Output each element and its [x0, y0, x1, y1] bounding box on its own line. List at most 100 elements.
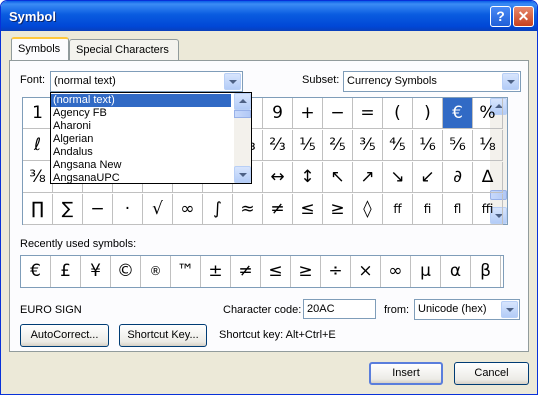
- symbol-cell[interactable]: ↖: [323, 162, 353, 193]
- symbol-cell[interactable]: ≠: [263, 194, 293, 225]
- symbol-cell[interactable]: +: [293, 98, 323, 129]
- symbol-cell[interactable]: ⅘: [383, 130, 413, 161]
- symbol-cell[interactable]: −: [323, 98, 353, 129]
- insert-button[interactable]: Insert: [369, 362, 443, 385]
- font-option[interactable]: AngsanaUPC: [51, 172, 231, 185]
- symbol-cell[interactable]: ≥: [323, 194, 353, 225]
- scroll-up-icon[interactable]: [234, 93, 251, 110]
- recent-symbol-cell[interactable]: ≥: [291, 256, 321, 287]
- symbol-cell[interactable]: ↕: [293, 162, 323, 193]
- recent-symbol-cell[interactable]: ×: [351, 256, 381, 287]
- symbol-cell[interactable]: ↘: [383, 162, 413, 193]
- font-value: (normal text): [54, 75, 116, 87]
- recent-symbol-cell[interactable]: α: [441, 256, 471, 287]
- autocorrect-button[interactable]: AutoCorrect...: [20, 324, 109, 347]
- symbol-cell[interactable]: ⅕: [293, 130, 323, 161]
- recent-symbol-cell[interactable]: ÷: [321, 256, 351, 287]
- scroll-thumb[interactable]: [234, 110, 251, 118]
- symbol-cell[interactable]: fl: [443, 194, 473, 225]
- help-button[interactable]: ?: [490, 6, 511, 27]
- chevron-down-icon[interactable]: [502, 73, 519, 90]
- subset-combobox[interactable]: Currency Symbols: [343, 71, 521, 92]
- from-label: from:: [384, 304, 410, 316]
- tab-special-label: Special Characters: [76, 44, 169, 56]
- symbol-cell[interactable]: ↗: [353, 162, 383, 193]
- font-option[interactable]: (normal text): [51, 94, 231, 107]
- symbol-cell[interactable]: ∆: [473, 162, 503, 193]
- font-dropdown-list: (normal text) Agency FB Aharoni Algerian And…: [50, 92, 252, 184]
- recent-symbol-cell[interactable]: £: [51, 256, 81, 287]
- tab-symbols[interactable]: Symbols: [11, 37, 69, 60]
- recent-symbol-cell[interactable]: ≠: [231, 256, 261, 287]
- symbol-cell[interactable]: ℓ: [23, 130, 53, 161]
- symbol-cell[interactable]: ⅜: [23, 162, 53, 193]
- font-option[interactable]: Andalus: [51, 146, 231, 159]
- recent-symbol-cell[interactable]: β: [471, 256, 501, 287]
- symbol-cell[interactable]: ↔: [263, 162, 293, 193]
- recent-symbol-cell[interactable]: ±: [201, 256, 231, 287]
- symbol-cell[interactable]: ≈: [233, 194, 263, 225]
- character-name: EURO SIGN: [20, 304, 82, 316]
- symbol-cell[interactable]: ∏: [23, 194, 53, 225]
- recent-symbols: € £ ¥ © ® ™ ± ≠ ≤ ≥ ÷ × ∞ µ α β: [20, 255, 504, 288]
- font-label: Font:: [20, 74, 46, 86]
- chevron-down-icon[interactable]: [224, 73, 241, 90]
- font-option[interactable]: Angsana New: [51, 159, 231, 172]
- symbol-cell[interactable]: ≤: [293, 194, 323, 225]
- symbol-cell[interactable]: ⅙: [413, 130, 443, 161]
- symbol-cell[interactable]: €: [443, 98, 473, 129]
- recent-symbol-cell[interactable]: ¥: [81, 256, 111, 287]
- from-value: Unicode (hex): [418, 303, 487, 315]
- cancel-button[interactable]: Cancel: [454, 362, 529, 385]
- symbol-cell[interactable]: 9: [263, 98, 293, 129]
- char-code-input[interactable]: 20AC: [303, 299, 376, 319]
- recent-symbol-cell[interactable]: ≤: [261, 256, 291, 287]
- window-title: Symbol: [9, 9, 56, 24]
- symbol-dialog: Symbol ? ✕ Symbols Special Characters Fo…: [0, 0, 538, 395]
- symbol-cell[interactable]: ∑: [53, 194, 83, 225]
- symbol-cell[interactable]: ⅗: [353, 130, 383, 161]
- symbol-cell[interactable]: (: [383, 98, 413, 129]
- symbol-cell[interactable]: ⅖: [323, 130, 353, 161]
- symbol-cell[interactable]: ⅔: [263, 130, 293, 161]
- font-option[interactable]: Algerian: [51, 133, 231, 146]
- recent-symbol-cell[interactable]: €: [21, 256, 51, 287]
- recent-symbol-cell[interactable]: µ: [411, 256, 441, 287]
- chevron-down-icon[interactable]: [501, 301, 518, 318]
- symbol-cell[interactable]: ffi: [473, 194, 503, 225]
- symbol-cell[interactable]: ∫: [203, 194, 233, 225]
- symbol-cell[interactable]: %: [473, 98, 503, 129]
- symbol-cell[interactable]: ↙: [413, 162, 443, 193]
- recent-symbol-cell[interactable]: ™: [171, 256, 201, 287]
- font-option[interactable]: Aharoni: [51, 120, 231, 133]
- recent-symbol-cell[interactable]: ®: [141, 256, 171, 287]
- tab-special-characters[interactable]: Special Characters: [69, 39, 179, 60]
- symbol-cell[interactable]: =: [353, 98, 383, 129]
- shortcut-key-button[interactable]: Shortcut Key...: [119, 324, 207, 347]
- recent-symbol-cell[interactable]: ∞: [381, 256, 411, 287]
- symbol-cell[interactable]: ⅛: [473, 130, 503, 161]
- symbol-cell[interactable]: ): [413, 98, 443, 129]
- symbol-cell[interactable]: 1: [23, 98, 53, 129]
- shortcut-key-text: Shortcut key: Alt+Ctrl+E: [219, 329, 336, 341]
- dropdown-scrollbar[interactable]: [234, 93, 251, 183]
- recent-symbol-cell[interactable]: ©: [111, 256, 141, 287]
- symbol-cell[interactable]: √: [143, 194, 173, 225]
- subset-label: Subset:: [302, 74, 340, 86]
- symbol-cell[interactable]: ∞: [173, 194, 203, 225]
- font-option[interactable]: Agency FB: [51, 107, 231, 120]
- symbol-cell[interactable]: ·: [113, 194, 143, 225]
- symbol-cell[interactable]: ∂: [443, 162, 473, 193]
- symbol-cell[interactable]: −: [83, 194, 113, 225]
- symbol-cell[interactable]: fi: [413, 194, 443, 225]
- symbol-cell[interactable]: ⅚: [443, 130, 473, 161]
- scroll-down-icon[interactable]: [234, 166, 251, 183]
- close-button[interactable]: ✕: [513, 6, 534, 27]
- symbols-panel: Font: (normal text) Subset: Currency Sym…: [9, 60, 529, 352]
- char-code-value: 20AC: [307, 303, 335, 315]
- recent-label: Recently used symbols:: [20, 238, 137, 250]
- symbol-cell[interactable]: ff: [383, 194, 413, 225]
- from-combobox[interactable]: Unicode (hex): [414, 299, 520, 320]
- symbol-cell[interactable]: ◊: [353, 194, 383, 225]
- font-combobox[interactable]: (normal text): [50, 71, 243, 92]
